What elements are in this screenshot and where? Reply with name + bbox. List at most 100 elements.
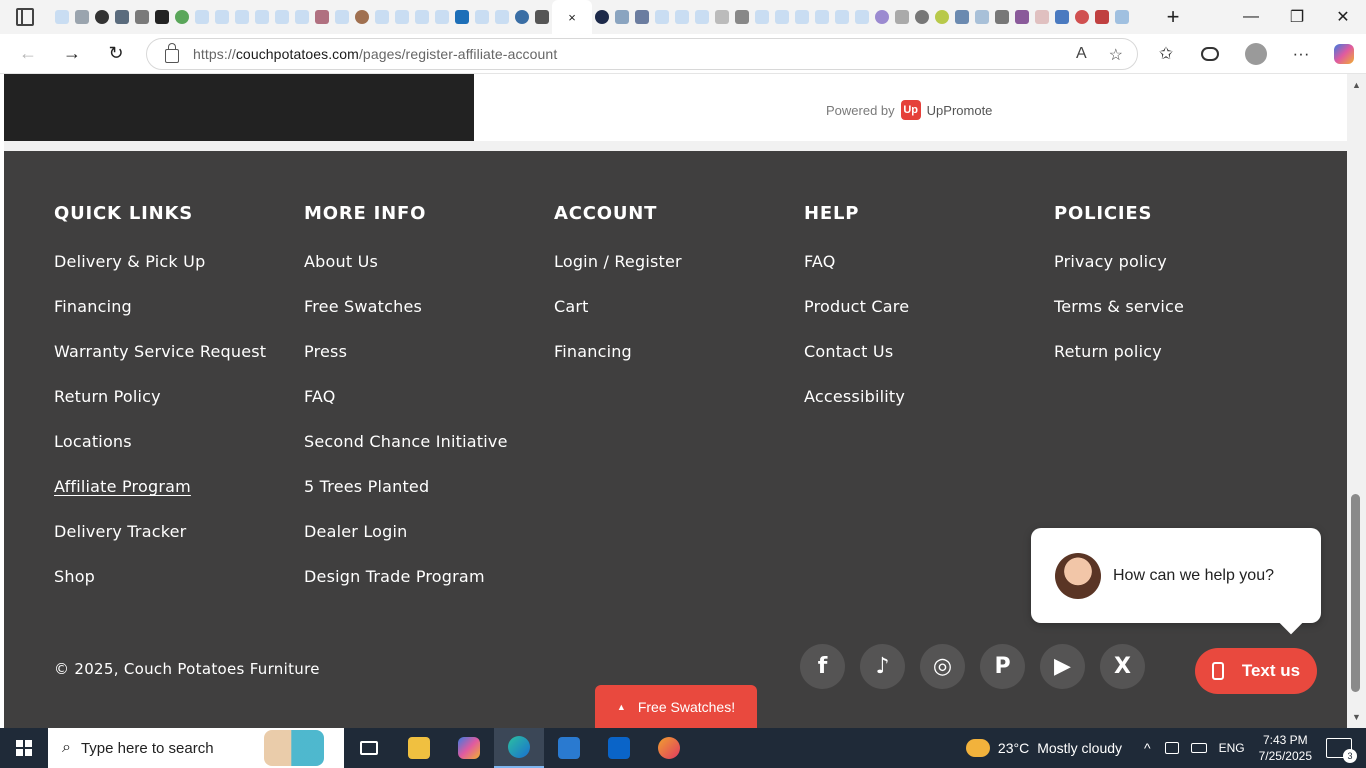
tab[interactable] [152, 0, 172, 34]
tab[interactable] [292, 0, 312, 34]
footer-link[interactable]: Return Policy [54, 387, 266, 432]
tab[interactable] [332, 0, 352, 34]
footer-link[interactable]: Shop [54, 567, 266, 612]
profile-avatar[interactable] [1236, 34, 1276, 74]
restore-button[interactable]: ❐ [1274, 0, 1320, 34]
copilot-app-icon[interactable] [444, 728, 494, 768]
tab[interactable] [192, 0, 212, 34]
tab[interactable] [772, 0, 792, 34]
tab[interactable] [672, 0, 692, 34]
tab[interactable] [1012, 0, 1032, 34]
tab[interactable] [732, 0, 752, 34]
footer-link[interactable]: Press [304, 342, 508, 387]
close-window-button[interactable]: ✕ [1320, 0, 1366, 34]
file-explorer-icon[interactable] [394, 728, 444, 768]
tab[interactable] [1112, 0, 1132, 34]
uppromote-brand[interactable]: UpPromote [927, 103, 993, 118]
footer-link[interactable]: Financing [554, 342, 682, 387]
tab[interactable] [232, 0, 252, 34]
x-icon[interactable]: X [1100, 644, 1145, 689]
tab[interactable] [352, 0, 372, 34]
tab[interactable] [72, 0, 92, 34]
footer-link[interactable]: Privacy policy [1054, 252, 1184, 297]
footer-link[interactable]: Warranty Service Request [54, 342, 266, 387]
meet-now-icon[interactable] [1164, 742, 1179, 754]
tiktok-icon[interactable]: ♪ [860, 644, 905, 689]
minimize-button[interactable]: — [1228, 0, 1274, 34]
scroll-down-icon[interactable]: ▼ [1352, 712, 1361, 722]
tab[interactable] [272, 0, 292, 34]
language-indicator[interactable]: ENG [1219, 741, 1245, 755]
tab-close-icon[interactable]: × [568, 10, 576, 25]
footer-link[interactable]: Delivery Tracker [54, 522, 266, 567]
footer-link[interactable]: About Us [304, 252, 508, 297]
tab[interactable] [472, 0, 492, 34]
url-text[interactable]: https://couchpotatoes.com/pages/register… [193, 46, 557, 62]
tab[interactable] [972, 0, 992, 34]
scroll-up-icon[interactable]: ▲ [1352, 80, 1361, 90]
lock-icon[interactable] [165, 43, 179, 63]
footer-link[interactable]: Cart [554, 297, 682, 342]
tab[interactable] [112, 0, 132, 34]
tab[interactable] [652, 0, 672, 34]
youtube-icon[interactable]: ▶ [1040, 644, 1085, 689]
tab[interactable] [692, 0, 712, 34]
tab[interactable] [872, 0, 892, 34]
store-icon[interactable] [544, 728, 594, 768]
tab[interactable] [252, 0, 272, 34]
tab[interactable] [532, 0, 552, 34]
instagram-icon[interactable]: ◎ [920, 644, 965, 689]
back-button[interactable]: ← [6, 34, 50, 74]
task-view-icon[interactable] [344, 728, 394, 768]
footer-link[interactable]: Return policy [1054, 342, 1184, 387]
tab[interactable] [212, 0, 232, 34]
tab[interactable] [932, 0, 952, 34]
weather-desc[interactable]: Mostly cloudy [1037, 740, 1122, 756]
pinterest-icon[interactable]: P [980, 644, 1025, 689]
start-button[interactable] [0, 728, 48, 768]
page-scrollbar[interactable]: ▲ ▼ [1347, 74, 1366, 728]
read-aloud-icon[interactable]: A [1076, 45, 1087, 65]
tab[interactable] [52, 0, 72, 34]
favorite-star-icon[interactable]: ☆ [1109, 45, 1123, 65]
forward-button[interactable]: → [50, 34, 94, 74]
footer-link[interactable]: 5 Trees Planted [304, 477, 508, 522]
footer-link[interactable]: Contact Us [804, 342, 909, 387]
footer-link[interactable]: Delivery & Pick Up [54, 252, 266, 297]
text-us-button[interactable]: Text us [1195, 648, 1317, 694]
footer-link[interactable]: FAQ [304, 387, 508, 432]
tab[interactable] [1092, 0, 1112, 34]
chat-prompt-bubble[interactable]: How can we help you? [1031, 528, 1321, 623]
tab[interactable] [992, 0, 1012, 34]
more-menu-button[interactable]: ··· [1281, 34, 1321, 74]
tab[interactable] [912, 0, 932, 34]
footer-link[interactable]: Second Chance Initiative [304, 432, 508, 477]
tab[interactable] [632, 0, 652, 34]
favorites-icon[interactable]: ✩ [1146, 34, 1186, 74]
outlook-icon[interactable] [594, 728, 644, 768]
address-bar[interactable]: https://couchpotatoes.com/pages/register… [146, 38, 1138, 70]
tab[interactable] [132, 0, 152, 34]
footer-link[interactable]: Locations [54, 432, 266, 477]
tab[interactable] [312, 0, 332, 34]
tab[interactable] [1032, 0, 1052, 34]
firefox-icon[interactable] [644, 728, 694, 768]
tab[interactable] [452, 0, 472, 34]
tab[interactable] [792, 0, 812, 34]
footer-link[interactable]: Terms & service [1054, 297, 1184, 342]
footer-link[interactable]: Dealer Login [304, 522, 508, 567]
weather-temp[interactable]: 23°C [998, 740, 1029, 756]
free-swatches-button[interactable]: ▲ Free Swatches! [595, 685, 757, 728]
tab[interactable] [1052, 0, 1072, 34]
tab[interactable] [392, 0, 412, 34]
footer-link-active[interactable]: Affiliate Program [54, 477, 266, 522]
tab[interactable] [1072, 0, 1092, 34]
tab[interactable] [712, 0, 732, 34]
edge-icon[interactable] [494, 728, 544, 768]
extensions-icon[interactable] [1190, 34, 1230, 74]
network-icon[interactable] [1190, 743, 1207, 753]
footer-link[interactable]: Financing [54, 297, 266, 342]
tab[interactable] [592, 0, 612, 34]
footer-link[interactable]: Login / Register [554, 252, 682, 297]
tab[interactable] [412, 0, 432, 34]
